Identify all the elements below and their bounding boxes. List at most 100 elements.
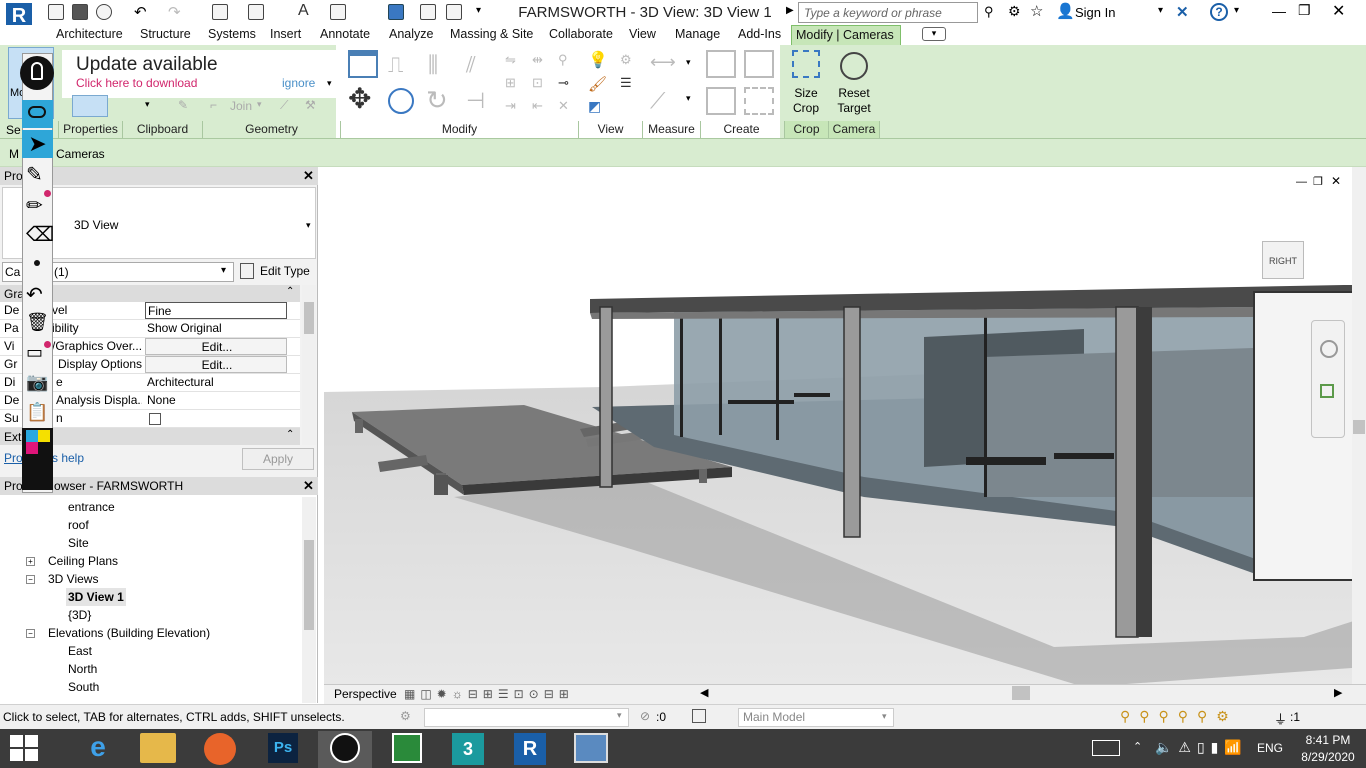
zoom-region-icon[interactable] bbox=[1320, 384, 1334, 398]
chevron-down-icon[interactable]: ▾ bbox=[686, 93, 691, 104]
join-icon[interactable]: ⌐ bbox=[210, 98, 226, 112]
close-button[interactable]: ✕ bbox=[1332, 1, 1345, 21]
chevron-down-icon[interactable]: ▾ bbox=[145, 99, 150, 110]
view-minimize-icon[interactable]: — bbox=[1296, 176, 1307, 188]
chevron-up-icon[interactable]: ⌃ bbox=[1133, 740, 1142, 753]
tab-view[interactable]: View bbox=[625, 25, 660, 45]
save-icon[interactable] bbox=[72, 4, 88, 20]
windows-start-icon[interactable] bbox=[10, 735, 38, 761]
align-icon[interactable] bbox=[348, 50, 378, 78]
eraser-icon[interactable]: ⌫ bbox=[26, 222, 54, 247]
graphic-display-edit-button[interactable]: Edit... bbox=[145, 356, 287, 373]
tab-modify-cameras[interactable]: Modify | Cameras bbox=[791, 25, 901, 45]
file-explorer-icon[interactable] bbox=[140, 733, 176, 763]
tab-collaborate[interactable]: Collaborate bbox=[545, 25, 617, 45]
switch-windows-icon[interactable] bbox=[446, 4, 462, 20]
properties-scroll-thumb[interactable] bbox=[304, 302, 314, 334]
chevron-down-icon[interactable]: ▾ bbox=[686, 57, 691, 68]
join-button[interactable]: Join bbox=[230, 99, 252, 113]
color-magenta-icon[interactable] bbox=[26, 442, 38, 454]
paint-icon[interactable]: ◩ bbox=[588, 98, 601, 115]
sketch-app-icon[interactable] bbox=[392, 733, 422, 763]
apply-button[interactable]: Apply bbox=[242, 448, 314, 470]
collapse-icon[interactable]: − bbox=[26, 575, 35, 584]
aligned-dimension-icon[interactable]: ⟋ bbox=[650, 88, 665, 114]
sign-in-button[interactable]: Sign In bbox=[1075, 5, 1115, 20]
color-yellow-icon[interactable] bbox=[38, 430, 50, 442]
3d-view-icon[interactable] bbox=[330, 4, 346, 20]
view-close-icon[interactable]: ✕ bbox=[1331, 174, 1341, 188]
browser-item-site[interactable]: Site bbox=[68, 534, 89, 552]
trim-extend-icon[interactable]: ⊣ bbox=[466, 88, 485, 114]
help-icon[interactable]: ? bbox=[1210, 3, 1228, 21]
linework-icon[interactable]: 🖌 bbox=[588, 75, 607, 93]
user-icon[interactable]: 👤 bbox=[1056, 2, 1075, 20]
clipboard-icon[interactable]: 📋 bbox=[26, 402, 48, 423]
size-crop-icon[interactable] bbox=[792, 50, 820, 78]
keyboard-icon[interactable] bbox=[1092, 740, 1120, 756]
split-gap-icon[interactable]: ⇹ bbox=[532, 52, 543, 68]
delete-icon[interactable]: ✕ bbox=[558, 98, 569, 114]
pen-app-icon[interactable] bbox=[330, 733, 360, 763]
pen-icon[interactable]: ✏ bbox=[26, 193, 43, 218]
highlighter-icon[interactable]: ✎ bbox=[26, 162, 43, 187]
mirror-draw-icon[interactable]: ⫽ bbox=[466, 52, 476, 78]
pointer-icon[interactable]: ➤ bbox=[22, 130, 53, 158]
thin-lines-icon[interactable] bbox=[388, 4, 404, 20]
browser-scroll-thumb[interactable] bbox=[304, 540, 314, 630]
properties-icon[interactable] bbox=[72, 95, 108, 117]
tab-analyze[interactable]: Analyze bbox=[385, 25, 437, 45]
reset-target-icon[interactable] bbox=[840, 52, 868, 80]
close-hidden-icon[interactable] bbox=[420, 4, 436, 20]
chevron-down-icon[interactable]: ▾ bbox=[306, 220, 311, 231]
3d-viewport[interactable] bbox=[324, 167, 1366, 687]
browser-item-3d-view-1[interactable]: 3D View 1 bbox=[66, 588, 126, 606]
create-assembly-icon[interactable] bbox=[706, 87, 736, 115]
collapse-icon[interactable]: ⌃ bbox=[286, 286, 294, 297]
steering-wheel-icon[interactable] bbox=[1320, 340, 1338, 358]
similar-icon[interactable] bbox=[744, 87, 774, 115]
undo-icon[interactable]: ↶ bbox=[134, 3, 147, 21]
parts-visibility-field[interactable]: Show Original bbox=[145, 320, 287, 337]
update-ignore-link[interactable]: ignore bbox=[282, 76, 315, 90]
move-icon[interactable]: ✥ bbox=[348, 85, 371, 113]
measure-icon[interactable] bbox=[212, 4, 228, 20]
chevron-down-icon[interactable]: ▾ bbox=[257, 99, 262, 110]
split-icon[interactable]: ⇋ bbox=[505, 52, 516, 68]
design-option-dropdown[interactable]: Main Model bbox=[738, 708, 894, 727]
clock-time[interactable]: 8:41 PM bbox=[1300, 733, 1356, 747]
measure-between-icon[interactable]: ⟷ bbox=[650, 52, 676, 73]
chevron-down-icon[interactable]: ▾ bbox=[327, 78, 332, 89]
photos-app-icon[interactable] bbox=[574, 733, 608, 763]
unpin-icon[interactable]: ⚲ bbox=[558, 52, 568, 68]
language-indicator[interactable]: ENG bbox=[1257, 741, 1283, 755]
text-icon[interactable]: A bbox=[298, 2, 309, 20]
dot-size-icon[interactable] bbox=[34, 260, 40, 266]
photoshop-icon[interactable]: Ps bbox=[268, 733, 298, 763]
close-icon[interactable]: ✕ bbox=[303, 478, 314, 494]
offset-icon[interactable]: ⎍ bbox=[388, 52, 403, 78]
trash-icon[interactable]: 🗑 bbox=[26, 312, 49, 333]
selection-filters-icons[interactable]: ⚲⚲⚲⚲⚲⚙ bbox=[1120, 708, 1238, 725]
navigation-bar[interactable] bbox=[1311, 320, 1345, 438]
hide-element-icon[interactable]: 💡 bbox=[588, 50, 608, 70]
tab-insert[interactable]: Insert bbox=[266, 25, 305, 45]
undo-icon[interactable]: ↶ bbox=[26, 282, 43, 307]
binoculars-icon[interactable]: ⚲ bbox=[984, 4, 1000, 20]
pin-icon[interactable]: ⊸ bbox=[558, 75, 569, 91]
size-crop-label-1[interactable]: Size bbox=[788, 86, 824, 100]
color-cyan-icon[interactable] bbox=[26, 430, 38, 442]
sun-path-checkbox[interactable] bbox=[149, 413, 161, 425]
reset-target-label-2[interactable]: Target bbox=[832, 101, 876, 115]
tab-manage[interactable]: Manage bbox=[671, 25, 724, 45]
thin-lines-small-icon[interactable]: ☰ bbox=[620, 75, 632, 91]
close-icon[interactable]: ✕ bbox=[303, 168, 314, 184]
subscription-icon[interactable]: ⚙ bbox=[1008, 3, 1021, 20]
browser-item-ceiling-plans[interactable]: Ceiling Plans bbox=[48, 552, 118, 570]
open-icon[interactable] bbox=[48, 4, 64, 20]
discipline-field[interactable]: Architectural bbox=[145, 374, 287, 391]
firefox-icon[interactable] bbox=[204, 733, 236, 765]
tab-add-ins[interactable]: Add-Ins bbox=[734, 25, 785, 45]
editable-icon[interactable]: ⊘ bbox=[640, 709, 650, 723]
hscroll-right-icon[interactable]: ▶ bbox=[1334, 686, 1342, 699]
